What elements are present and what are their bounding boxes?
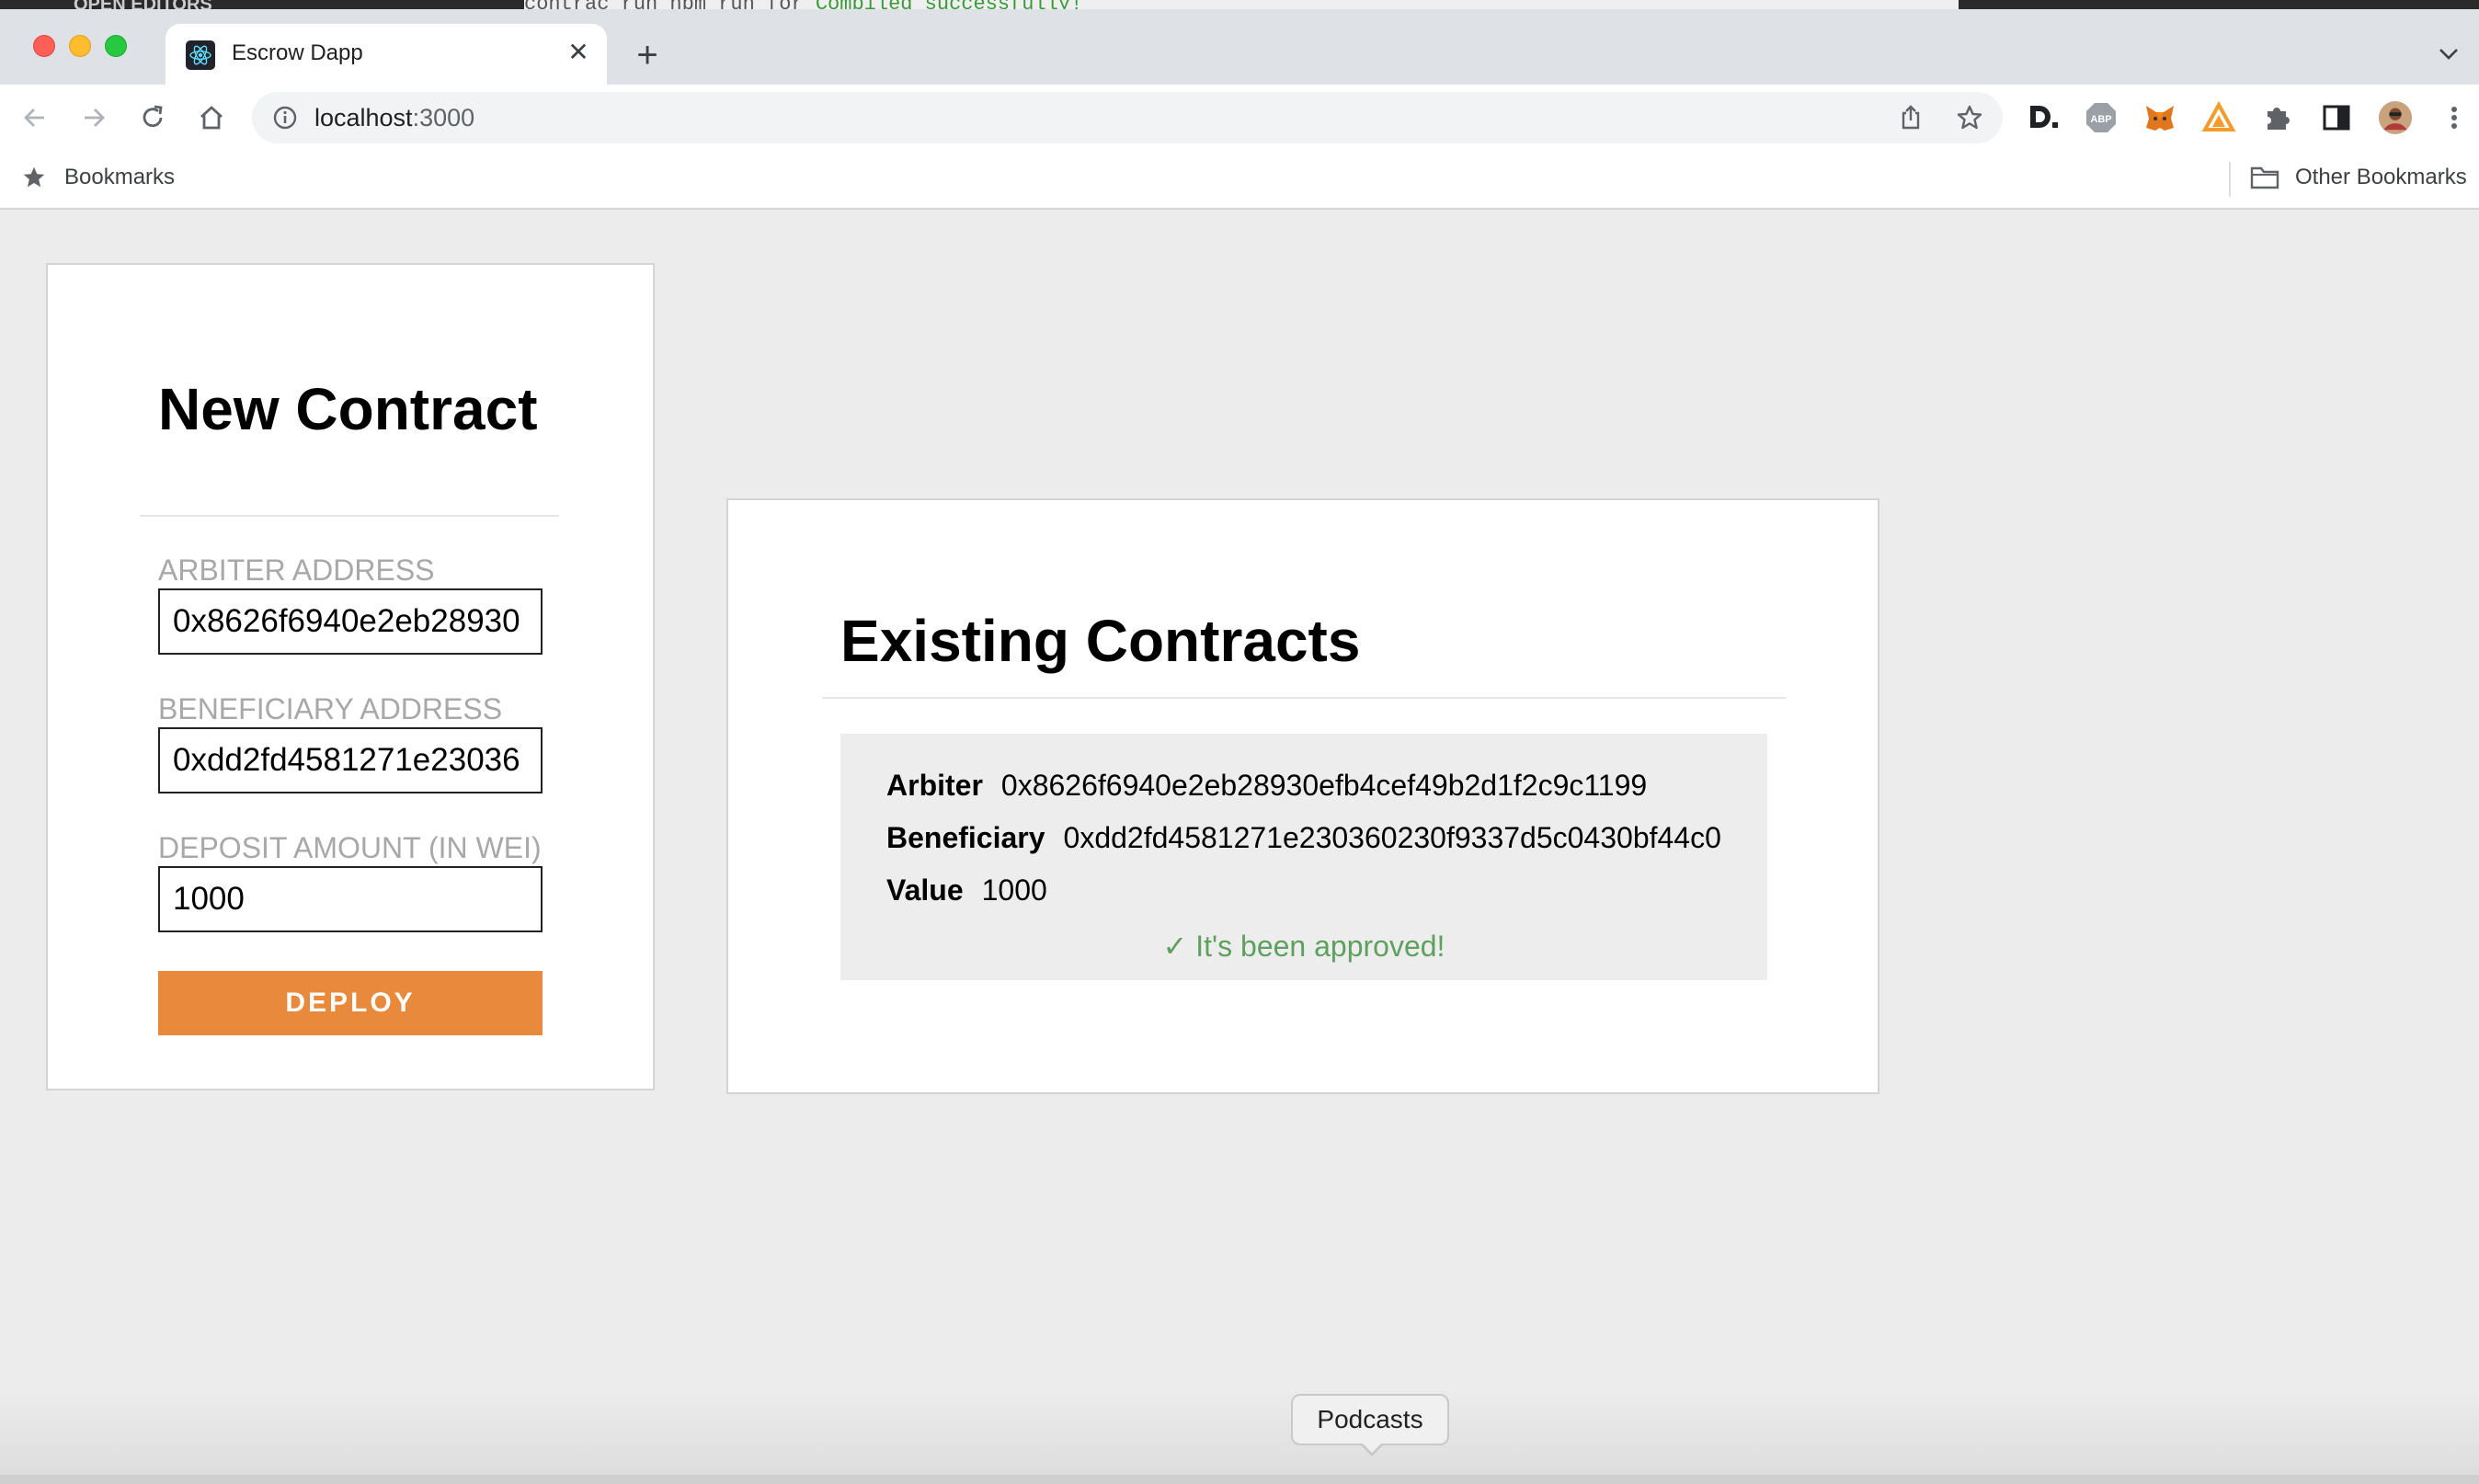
extensions-puzzle-icon[interactable] bbox=[2260, 100, 2295, 135]
other-bookmarks-label: Other Bookmarks bbox=[2295, 165, 2467, 189]
bookmarks-star-icon bbox=[23, 166, 45, 188]
existing-contracts-title: Existing Contracts bbox=[840, 608, 1361, 674]
back-arrow-icon[interactable] bbox=[18, 101, 51, 134]
dock-tooltip: Podcasts bbox=[1291, 1394, 1449, 1445]
adblock-plus-icon[interactable]: ABP bbox=[2084, 100, 2119, 135]
tab-strip: Escrow Dapp ✕ + bbox=[0, 9, 2479, 85]
terminal-partial: for bbox=[767, 0, 804, 9]
dock-edge bbox=[0, 1475, 2479, 1484]
browser-menu-icon[interactable] bbox=[2437, 100, 2472, 135]
address-bar[interactable]: localhost:3000 bbox=[252, 92, 2003, 143]
other-bookmarks-button[interactable]: Other Bookmarks bbox=[2249, 164, 2467, 191]
share-icon[interactable] bbox=[1896, 103, 1925, 132]
bookmarks-button[interactable]: Bookmarks bbox=[20, 164, 175, 191]
value-label: Value bbox=[886, 873, 964, 907]
approval-status: ✓ It's been approved! bbox=[1162, 930, 1445, 963]
beneficiary-address-input[interactable]: 0xdd2fd4581271e23036 bbox=[158, 727, 543, 793]
terminal-status: Compiled successfully! bbox=[816, 0, 1082, 9]
contract-card: Arbiter 0x8626f6940e2eb28930efb4cef49b2d1… bbox=[840, 734, 1767, 980]
url-text: localhost:3000 bbox=[314, 104, 474, 132]
bookmarks-bar: Bookmarks Other Bookmarks bbox=[0, 151, 2479, 210]
new-contract-panel: New Contract ARBITER ADDRESS 0x8626f6940… bbox=[46, 263, 655, 1090]
tab-escrow-dapp[interactable]: Escrow Dapp ✕ bbox=[166, 24, 607, 85]
editor-terminal-strip: contrac run npm run for Compiled success… bbox=[524, 0, 1959, 9]
new-contract-title: New Contract bbox=[158, 376, 538, 442]
value-amount: 1000 bbox=[981, 873, 1047, 907]
alchemy-extension-icon[interactable] bbox=[2201, 100, 2236, 135]
deposit-amount-input[interactable]: 1000 bbox=[158, 866, 543, 932]
terminal-prefix: contrac run npm run bbox=[524, 0, 767, 9]
arbiter-label: Arbiter bbox=[886, 769, 983, 802]
contract-beneficiary-row: Beneficiary 0xdd2fd4581271e230360230f9337… bbox=[886, 821, 1721, 855]
new-contract-divider bbox=[140, 515, 559, 517]
existing-contracts-divider bbox=[822, 697, 1786, 699]
page-content: New Contract ARBITER ADDRESS 0x8626f6940… bbox=[0, 211, 2479, 1480]
window-close-button[interactable] bbox=[33, 35, 55, 57]
forward-arrow-icon[interactable] bbox=[77, 101, 110, 134]
folder-icon bbox=[2250, 166, 2279, 189]
tab-title: Escrow Dapp bbox=[232, 40, 363, 65]
existing-contracts-panel: Existing Contracts Arbiter 0x8626f6940e2e… bbox=[726, 498, 1879, 1094]
arbiter-address-input[interactable]: 0x8626f6940e2eb28930 bbox=[158, 588, 543, 655]
bookmark-star-icon[interactable] bbox=[1955, 103, 1984, 132]
editor-sidebar-label: OPEN EDITORS bbox=[74, 0, 212, 9]
dock-area bbox=[0, 1388, 2479, 1484]
tab-close-icon[interactable]: ✕ bbox=[563, 37, 594, 68]
background-editor: OPEN EDITORS contrac run npm run for Com… bbox=[0, 0, 2479, 9]
contract-arbiter-row: Arbiter 0x8626f6940e2eb28930efb4cef49b2d1… bbox=[886, 769, 1647, 803]
site-info-icon[interactable] bbox=[272, 105, 298, 131]
metamask-fox-icon[interactable] bbox=[2142, 100, 2177, 135]
window-zoom-button[interactable] bbox=[105, 35, 127, 57]
arbiter-address-label: ARBITER ADDRESS bbox=[158, 554, 435, 587]
svg-text:ABP: ABP bbox=[2090, 114, 2111, 125]
profile-avatar[interactable] bbox=[2378, 100, 2413, 135]
d-extension-icon[interactable] bbox=[2025, 100, 2060, 135]
side-panel-icon[interactable] bbox=[2319, 100, 2354, 135]
bookmarks-divider bbox=[2229, 162, 2231, 197]
deposit-amount-label: DEPOSIT AMOUNT (IN WEI) bbox=[158, 831, 542, 864]
window-minimize-button[interactable] bbox=[69, 35, 91, 57]
browser-toolbar: localhost:3000 ABP bbox=[0, 85, 2479, 151]
home-icon[interactable] bbox=[195, 101, 228, 134]
new-tab-icon[interactable]: + bbox=[629, 37, 666, 74]
beneficiary-address-label: BENEFICIARY ADDRESS bbox=[158, 692, 503, 725]
react-icon bbox=[186, 40, 215, 70]
reload-icon[interactable] bbox=[136, 101, 169, 134]
beneficiary-label: Beneficiary bbox=[886, 821, 1045, 854]
beneficiary-value: 0xdd2fd4581271e230360230f9337d5c0430bf44… bbox=[1063, 821, 1721, 854]
contract-value-row: Value 1000 bbox=[886, 873, 1047, 908]
url-host: localhost bbox=[314, 104, 413, 131]
tab-search-chevron-icon[interactable] bbox=[2435, 40, 2462, 68]
tooltip-arrow-fill bbox=[1362, 1443, 1382, 1453]
arbiter-value: 0x8626f6940e2eb28930efb4cef49b2d1f2c9c11… bbox=[1000, 769, 1648, 802]
bookmarks-label: Bookmarks bbox=[64, 165, 176, 189]
url-port: :3000 bbox=[412, 104, 475, 131]
deploy-button[interactable]: DEPLOY bbox=[158, 971, 543, 1035]
